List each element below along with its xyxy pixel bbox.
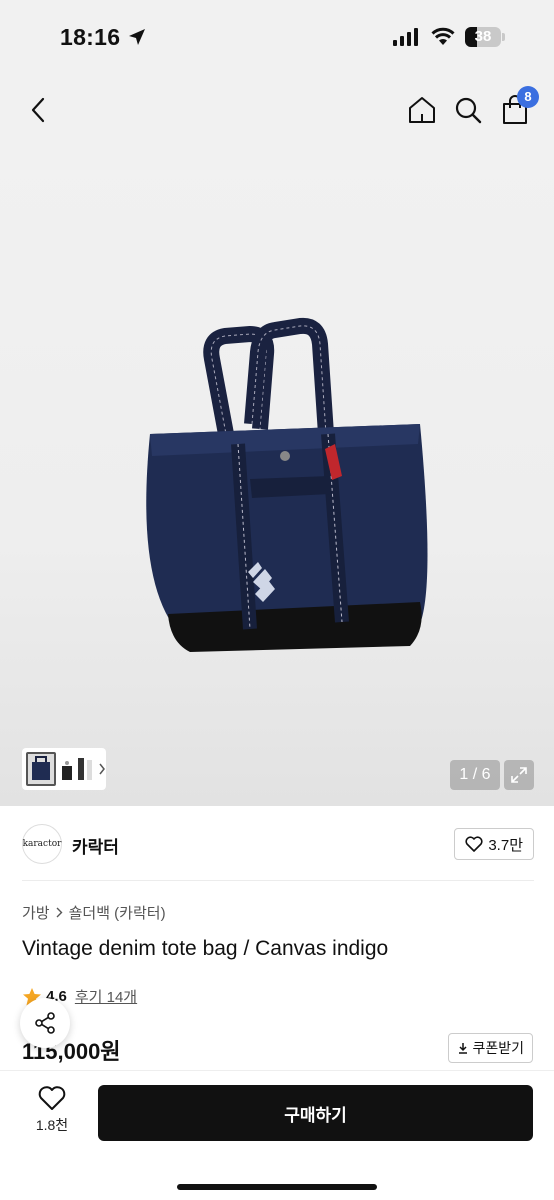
expand-button[interactable] bbox=[504, 760, 534, 790]
brand-like-count: 3.7만 bbox=[488, 836, 523, 854]
search-button[interactable] bbox=[450, 92, 486, 128]
bottom-action-bar: 1.8천 구매하기 bbox=[0, 1070, 554, 1200]
share-button[interactable] bbox=[20, 998, 70, 1048]
wishlist-count: 1.8천 bbox=[35, 1117, 69, 1133]
brand-row[interactable]: karactor 카락터 3.7만 bbox=[22, 820, 534, 868]
wifi-icon bbox=[431, 27, 455, 45]
breadcrumb: 가방 숄더백 (카락터) bbox=[22, 902, 166, 923]
battery-level: 38 bbox=[474, 28, 492, 45]
cart-count-badge: 8 bbox=[517, 86, 539, 108]
home-icon bbox=[409, 97, 435, 123]
thumbnail-strip[interactable] bbox=[22, 748, 106, 790]
share-icon bbox=[35, 1012, 55, 1034]
expand-icon bbox=[511, 767, 527, 783]
thumbnail-1[interactable] bbox=[26, 752, 56, 786]
home-indicator bbox=[177, 1184, 377, 1190]
divider bbox=[22, 880, 534, 881]
status-time: 18:16 bbox=[60, 24, 121, 50]
product-image bbox=[146, 317, 428, 652]
battery-icon: 38 bbox=[465, 27, 501, 47]
page-indicator: 1 / 6 bbox=[450, 760, 500, 790]
status-bar: 18:16 38 bbox=[0, 0, 554, 76]
brand-name[interactable]: 카락터 bbox=[72, 833, 119, 858]
buy-button[interactable]: 구매하기 bbox=[98, 1085, 533, 1141]
cart-button[interactable]: 8 bbox=[497, 86, 539, 128]
location-arrow-icon bbox=[129, 29, 145, 45]
back-button[interactable] bbox=[20, 92, 56, 128]
chevron-right-icon bbox=[56, 907, 63, 918]
chevron-right-icon bbox=[99, 763, 105, 775]
thumbnail-more[interactable] bbox=[60, 754, 106, 784]
download-icon bbox=[459, 1043, 468, 1054]
signal-icon bbox=[393, 28, 418, 46]
back-chevron-icon bbox=[31, 97, 45, 123]
review-count-link[interactable]: 후기 14개 bbox=[75, 986, 137, 1007]
heart-icon bbox=[465, 836, 483, 852]
coupon-label: 쿠폰받기 bbox=[472, 1040, 524, 1056]
battery-tip bbox=[502, 33, 505, 41]
heart-icon bbox=[38, 1086, 66, 1110]
wishlist-button[interactable]: 1.8천 bbox=[22, 1085, 82, 1145]
search-icon bbox=[455, 97, 482, 124]
coupon-button[interactable]: 쿠폰받기 bbox=[448, 1033, 533, 1063]
nav-bar: 8 bbox=[0, 76, 554, 144]
home-button[interactable] bbox=[404, 92, 440, 128]
breadcrumb-category[interactable]: 가방 bbox=[22, 902, 50, 923]
product-gallery[interactable]: 1 / 6 bbox=[0, 144, 554, 806]
brand-logo[interactable]: karactor bbox=[22, 824, 62, 864]
brand-like-button[interactable]: 3.7만 bbox=[454, 828, 534, 860]
breadcrumb-subcategory[interactable]: 숄더백 (카락터) bbox=[69, 902, 166, 923]
product-title: Vintage denim tote bag / Canvas indigo bbox=[22, 937, 389, 960]
